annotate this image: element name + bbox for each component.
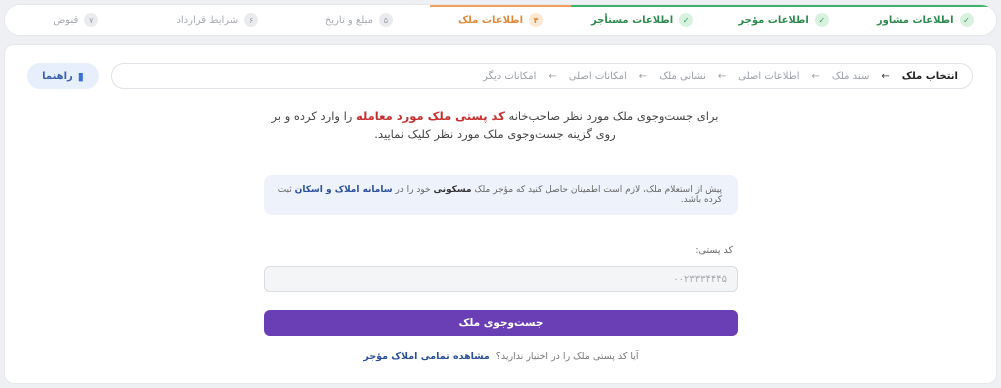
step-number-badge: ۴ [529, 13, 544, 27]
check-icon: ✓ [959, 13, 974, 27]
check-icon: ✓ [814, 13, 829, 27]
step-tenant-info[interactable]: ✓ اطلاعات مستأجر [571, 5, 713, 35]
intro-text: برای جست‌وجوی ملک مورد نظر صاحب‌خانه کد … [265, 107, 725, 143]
step-label: شرایط قرارداد [176, 14, 239, 26]
step-receipts[interactable]: ۷ قبوض [5, 5, 147, 35]
check-icon: ✓ [679, 13, 694, 27]
step-number-badge: ۵ [378, 13, 393, 27]
help-label: راهنما [42, 70, 73, 82]
step-label: اطلاعات ملک [457, 14, 524, 26]
intro-part: برای جست‌وجوی ملک مورد نظر صاحب‌خانه [504, 109, 719, 123]
breadcrumb-item-main-amenities[interactable]: امکانات اصلی [569, 71, 627, 82]
step-landlord-info[interactable]: ✓ اطلاعات مؤجر [712, 5, 855, 35]
main-card: راهنما ▮ انتخاب ملک ← سند ملک ← اطلاعات … [4, 44, 997, 384]
step-contract-terms[interactable]: ۶ شرایط قرارداد [147, 5, 289, 35]
postal-code-label: کد پستی: [695, 245, 733, 256]
arrow-left-icon: ← [811, 70, 820, 82]
footer-question: آیا کد پستی ملک را در اختیار ندارید؟ مشاه… [264, 351, 738, 362]
arrow-left-icon: ← [638, 70, 648, 82]
footer-question-text: آیا کد پستی ملک را در اختیار ندارید؟ [495, 351, 639, 362]
step-label: اطلاعات مستأجر [590, 14, 674, 26]
breadcrumb-item-deed[interactable]: سند ملک [832, 71, 869, 82]
progress-stepper: ✓ اطلاعات مشاور ✓ اطلاعات مؤجر ✓ اطلاعات… [4, 4, 997, 36]
breadcrumb-item-address[interactable]: نشانی ملک [659, 71, 706, 82]
search-property-button[interactable]: جست‌وجوی ملک [264, 310, 738, 336]
step-label: اطلاعات مؤجر [738, 14, 809, 26]
step-number-badge: ۷ [84, 13, 99, 27]
step-amount-date[interactable]: ۵ مبلغ و تاریخ [288, 5, 430, 35]
step-property-info[interactable]: ۴ اطلاعات ملک [429, 5, 572, 35]
breadcrumb-item-select-property[interactable]: انتخاب ملک [902, 71, 958, 82]
step-number-badge: ۶ [244, 13, 259, 27]
help-button[interactable]: راهنما ▮ [27, 63, 99, 89]
notice-text: خود را در [392, 185, 434, 195]
notice-text: پیش از استعلام ملک، لازم است اطمینان حاص… [471, 185, 722, 195]
breadcrumb: انتخاب ملک ← سند ملک ← اطلاعات اصلی ← نش… [111, 63, 973, 89]
breadcrumb-item-main-info[interactable]: اطلاعات اصلی [738, 71, 799, 82]
info-notice: پیش از استعلام ملک، لازم است اطمینان حاص… [264, 175, 738, 215]
step-label: اطلاعات مشاور [876, 14, 954, 26]
intro-highlight: کد پستی ملک مورد معامله [356, 109, 505, 123]
arrow-left-icon: ← [881, 70, 890, 82]
notice-bold: مسکونی [433, 185, 472, 195]
step-label: مبلغ و تاریخ [324, 14, 373, 26]
registry-link[interactable]: سامانه املاک و اسکان [295, 185, 393, 195]
view-all-properties-link[interactable]: مشاهده تمامی املاک مؤجر [363, 351, 489, 362]
step-consultant-info[interactable]: ✓ اطلاعات مشاور [854, 5, 996, 35]
breadcrumb-item-other-amenities[interactable]: امکانات دیگر [483, 71, 536, 82]
book-icon: ▮ [77, 69, 84, 83]
step-label: قبوض [53, 14, 79, 26]
arrow-left-icon: ← [548, 70, 557, 82]
arrow-left-icon: ← [717, 70, 727, 82]
postal-code-input[interactable] [264, 266, 738, 292]
